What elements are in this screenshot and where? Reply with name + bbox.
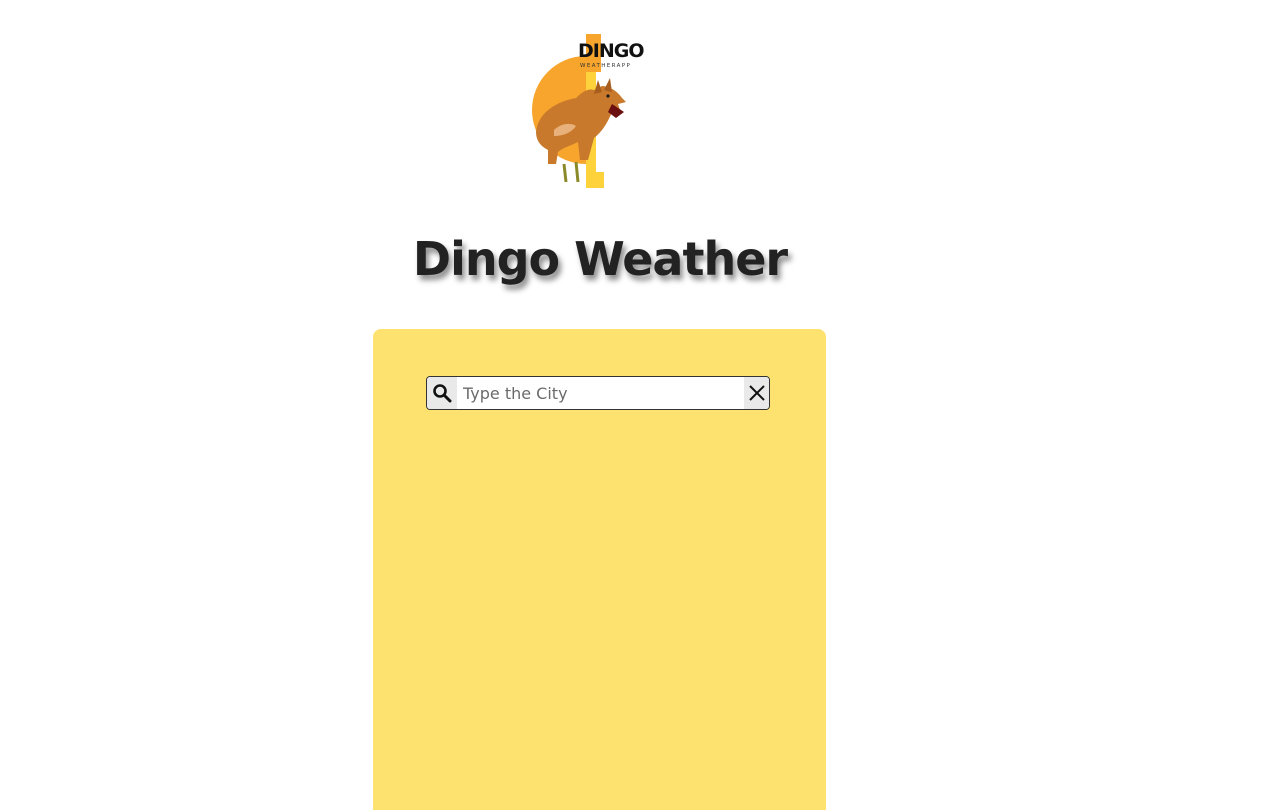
search-icon — [433, 384, 452, 403]
close-icon — [748, 385, 765, 401]
search-bar — [426, 376, 770, 410]
search-button[interactable] — [427, 377, 457, 409]
logo-wordmark: DINGO — [578, 40, 644, 62]
page-title: Dingo Weather — [412, 232, 788, 286]
clear-button[interactable] — [744, 377, 769, 409]
dingo-logo: DINGO WEATHERAPP — [524, 32, 654, 192]
logo-subtitle: WEATHERAPP — [580, 63, 632, 69]
city-search-input[interactable] — [457, 377, 744, 409]
page: DINGO WEATHERAPP Dingo Weather — [0, 0, 1286, 810]
weather-panel — [373, 329, 826, 810]
